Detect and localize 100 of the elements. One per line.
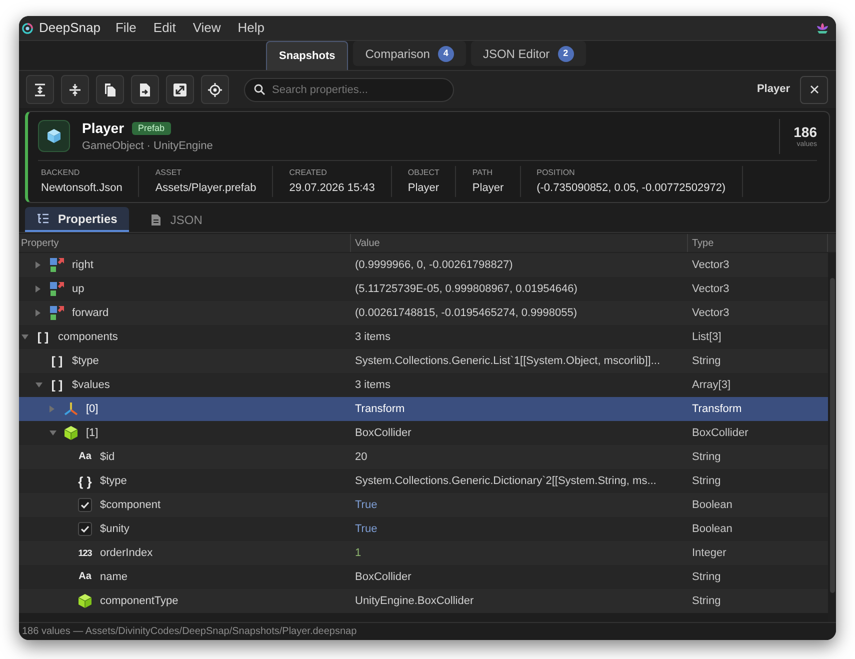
search-field[interactable]: Search properties... <box>244 78 454 102</box>
tab[interactable]: Snapshots <box>266 41 348 70</box>
table-row[interactable]: right (0.9999966, 0, -0.00261798827) Vector3 <box>19 253 828 277</box>
expand-vertical-icon <box>33 82 47 96</box>
caret-down-icon[interactable] <box>35 382 43 388</box>
property-type: Transform <box>692 402 742 417</box>
menu-item[interactable]: Edit <box>153 20 176 36</box>
cube-icon <box>77 593 93 609</box>
property-name: [0] <box>86 402 98 417</box>
field-value: (-0.735090852, 0.05, -0.00772502972) <box>536 182 726 195</box>
property-name: $type <box>100 474 127 489</box>
brackets-icon: [ ] <box>51 379 63 391</box>
property-name: $id <box>100 450 115 465</box>
field-label: CREATED <box>289 168 328 178</box>
table-row[interactable]: { } $type System.Collections.Generic.Dictionary`2[[System.String, ms... String <box>19 469 828 493</box>
locate-button[interactable] <box>201 75 229 104</box>
property-type: Vector3 <box>692 282 730 297</box>
caret-right-icon[interactable] <box>49 405 55 413</box>
table-row[interactable]: [1] BoxCollider BoxCollider <box>19 421 828 445</box>
target-label: Player <box>756 82 790 98</box>
table-row[interactable]: Aa $id 20 String <box>19 445 828 469</box>
table-row[interactable]: $unity True Boolean <box>19 517 828 541</box>
menu-item[interactable]: File <box>115 20 136 36</box>
table-row[interactable]: Aa name BoxCollider String <box>19 565 828 589</box>
property-value: True <box>355 522 378 537</box>
property-value: True <box>355 498 378 513</box>
property-name: $type <box>72 354 99 369</box>
column-header[interactable]: Property <box>19 234 351 252</box>
column-header[interactable]: Value <box>351 234 688 252</box>
property-type: Boolean <box>692 498 732 513</box>
app-logo-icon <box>22 22 33 34</box>
property-name: components <box>58 330 118 345</box>
tab[interactable]: JSON Editor 2 <box>470 41 586 66</box>
field-label: BACKEND <box>41 168 81 178</box>
property-name: up <box>72 282 84 297</box>
column-header[interactable]: Type <box>688 234 828 252</box>
table-row[interactable]: [ ] $type System.Collections.Generic.List`1[[System.Object, mscorlib]]... String <box>19 349 828 373</box>
property-value: UnityEngine.BoxCollider <box>355 594 474 609</box>
view-tab[interactable]: Properties <box>25 207 130 232</box>
caret-down-icon[interactable] <box>21 334 29 340</box>
property-value: BoxCollider <box>355 570 412 585</box>
property-value: 20 <box>355 450 368 465</box>
brackets-icon: [ ] <box>51 355 63 367</box>
object-subtitle: GameObject · UnityEngine <box>82 139 213 153</box>
table-row[interactable]: 123 orderIndex 1 Integer <box>19 541 828 565</box>
field-value: Player <box>472 182 504 195</box>
export-button[interactable] <box>131 75 159 104</box>
file-arrow-icon <box>138 82 152 96</box>
property-type: String <box>692 594 721 609</box>
caret-right-icon[interactable] <box>35 261 41 269</box>
vector-icon <box>49 305 65 321</box>
property-type: Vector3 <box>692 306 730 321</box>
checkbox-icon <box>78 522 92 536</box>
text-type-icon: Aa <box>78 572 92 582</box>
menu-item[interactable]: Help <box>238 20 265 36</box>
property-value: System.Collections.Generic.List`1[[System.Object, mscorlib]]... <box>355 354 660 369</box>
property-type: Vector3 <box>692 258 730 273</box>
lotus-icon <box>816 22 829 34</box>
menu-item[interactable]: View <box>192 20 221 36</box>
property-value: (0.9999966, 0, -0.00261798827) <box>355 258 513 273</box>
property-value: (0.00261748815, -0.0195465274, 0.9998055) <box>355 306 578 321</box>
property-name: $component <box>100 498 161 513</box>
number-type-icon: 123 <box>78 548 92 558</box>
property-type: Array[3] <box>692 378 731 393</box>
copy-button[interactable] <box>96 75 124 104</box>
property-name: right <box>72 258 94 273</box>
property-type: Integer <box>692 546 726 561</box>
expand-all-button[interactable] <box>26 75 54 104</box>
field-value: Newtonsoft.Json <box>41 182 122 195</box>
table-row[interactable]: up (5.11725739E-05, 0.999808967, 0.01954646) Vector3 <box>19 277 828 301</box>
checkbox-icon <box>78 498 92 512</box>
scrollbar-thumb[interactable] <box>830 278 834 593</box>
property-type: Boolean <box>692 522 732 537</box>
object-title: Player <box>82 119 124 137</box>
diagonal-arrows-icon <box>173 82 187 96</box>
table-row[interactable]: [ ] components 3 items List[3] <box>19 325 828 349</box>
table-row[interactable]: [ ] $values 3 items Array[3] <box>19 373 828 397</box>
property-value: 1 <box>355 546 362 561</box>
caret-right-icon[interactable] <box>35 285 41 293</box>
table-row[interactable]: forward (0.00261748815, -0.0195465274, 0.9998055) Vector3 <box>19 301 828 325</box>
status-bar: 186 values — Assets/DivinityCodes/DeepSnap/Snapshots/Player.deepsnap <box>19 622 836 640</box>
copy-icon <box>103 82 117 96</box>
table-row[interactable]: $component True Boolean <box>19 493 828 517</box>
caret-down-icon[interactable] <box>49 430 57 436</box>
caret-right-icon[interactable] <box>35 309 41 317</box>
vector-icon <box>49 281 65 297</box>
table-row[interactable]: [0] Transform Transform <box>19 397 828 421</box>
property-value: Transform <box>355 402 405 417</box>
property-type: List[3] <box>692 330 722 345</box>
close-button[interactable] <box>800 76 828 104</box>
property-name: orderIndex <box>100 546 153 561</box>
property-name: componentType <box>100 594 178 609</box>
crosshair-icon <box>208 82 222 96</box>
view-tab[interactable]: JSON <box>139 207 214 232</box>
collapse-all-button[interactable] <box>61 75 89 104</box>
table-row[interactable]: componentType UnityEngine.BoxCollider String <box>19 589 828 613</box>
property-type: String <box>692 354 721 369</box>
count-badge: 4 <box>438 46 454 62</box>
resize-button[interactable] <box>166 75 194 104</box>
tab[interactable]: Comparison 4 <box>353 41 466 66</box>
